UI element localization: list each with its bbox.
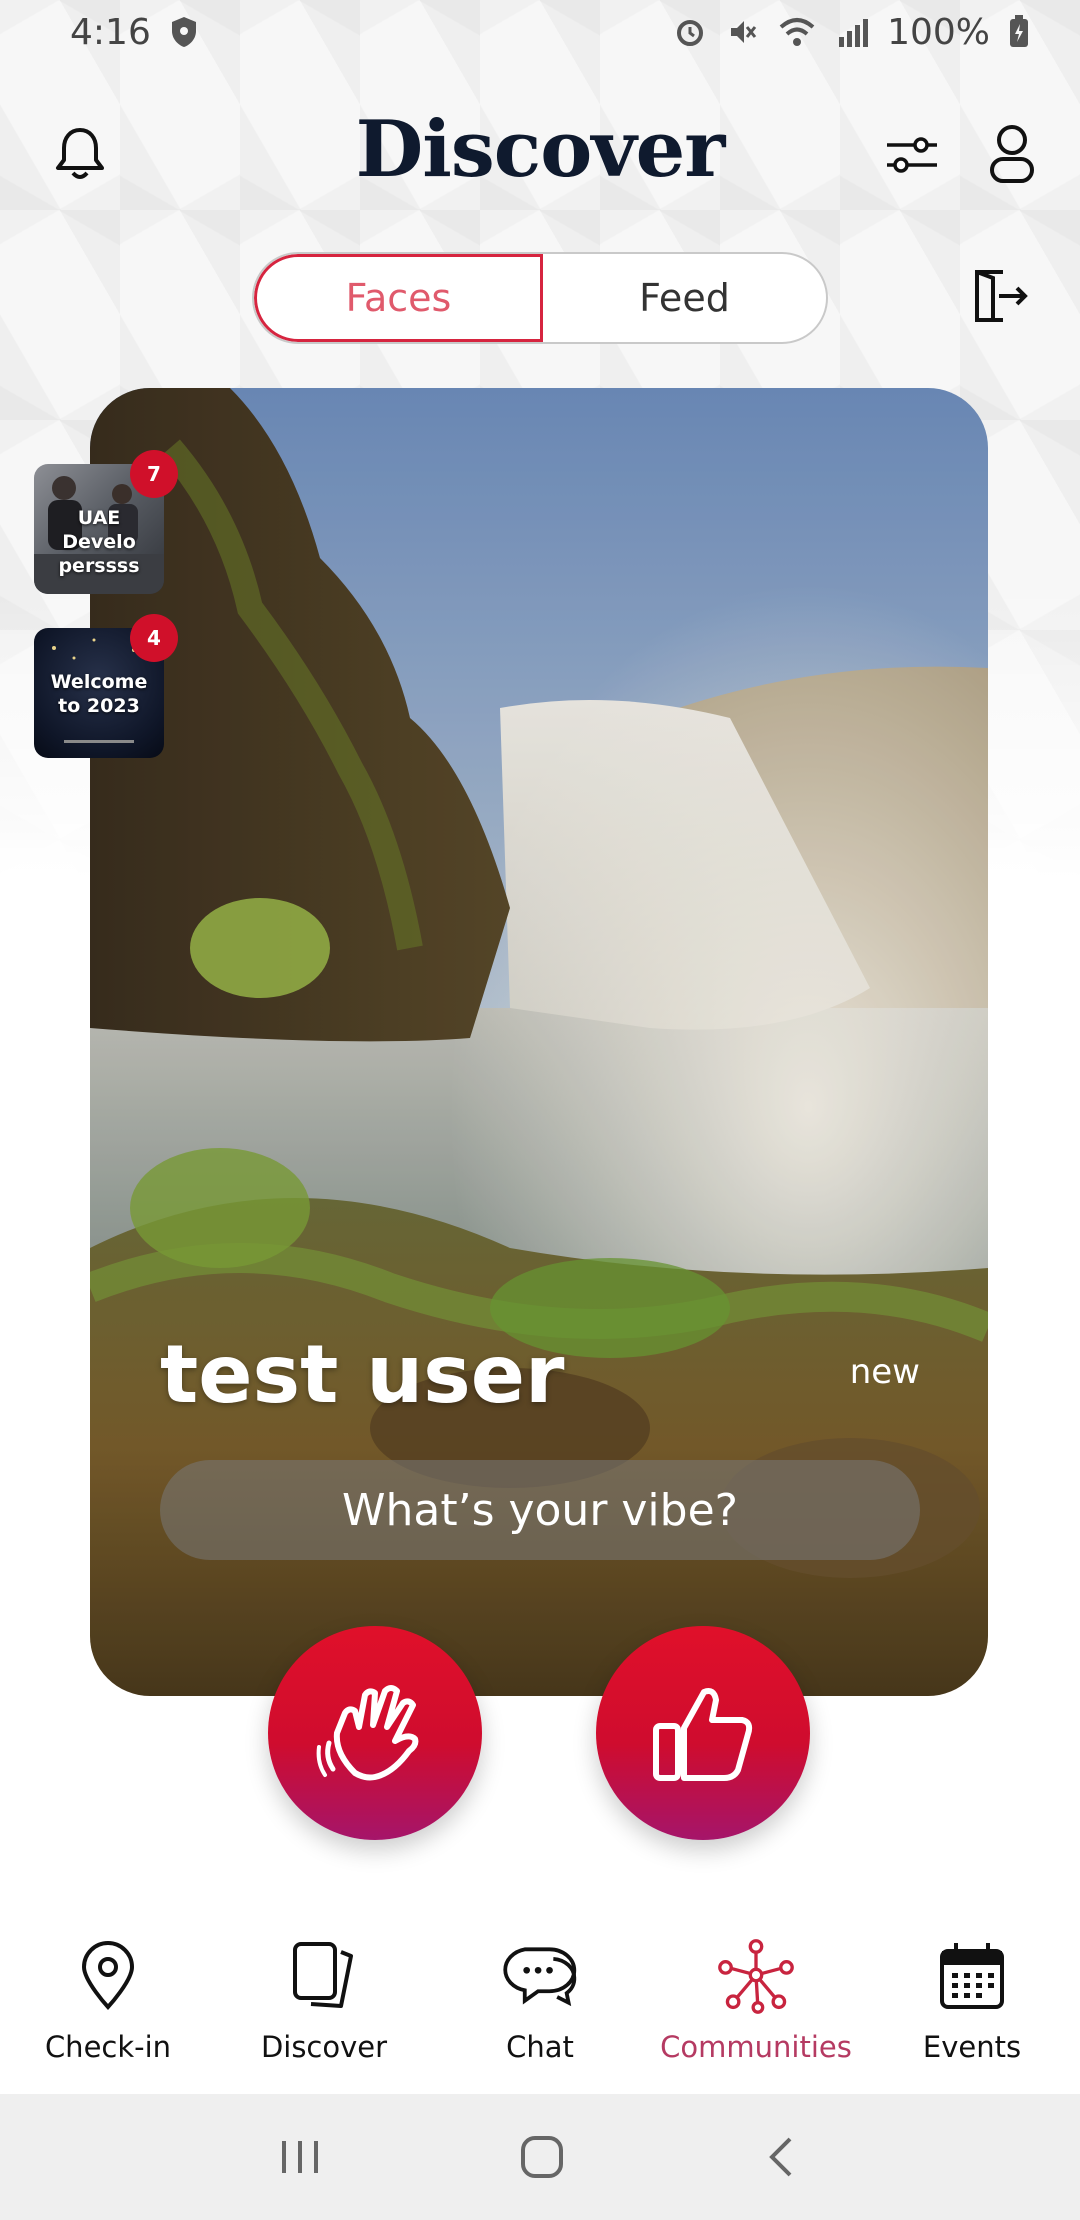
nav-item-discover[interactable]: Discover [216, 1912, 432, 2092]
exit-door-icon [975, 270, 1028, 322]
nav-item-communities[interactable]: Communities [648, 1912, 864, 2092]
wave-button[interactable] [268, 1626, 482, 1840]
profile-icon [990, 125, 1034, 183]
mute-icon [731, 21, 757, 43]
status-bar: 4:16 100% [0, 0, 1080, 64]
exit-button[interactable] [972, 266, 1030, 326]
vibe-input[interactable]: What’s your vibe? [160, 1460, 920, 1560]
battery-percent: 100% [887, 11, 990, 53]
nav-label: Check-in [44, 2030, 172, 2064]
user-name: test user [160, 1328, 565, 1421]
wave-hand-icon [316, 1685, 419, 1781]
profile-button[interactable] [986, 122, 1038, 186]
home-icon[interactable] [518, 2133, 566, 2181]
back-icon[interactable] [762, 2133, 802, 2181]
filter-sliders-icon [887, 137, 937, 173]
nav-label: Events [922, 2030, 1022, 2064]
chat-bubbles-icon [503, 1947, 577, 2007]
nav-label: Chat [506, 2030, 574, 2064]
community-thumb-uae-developers[interactable]: UAE Develo perssss 7 [34, 450, 178, 594]
calendar-icon [940, 1943, 1004, 2009]
profile-card[interactable]: test user new What’s your vibe? [90, 388, 988, 1696]
tab-faces[interactable]: Faces [254, 254, 543, 342]
system-nav-bar [0, 2094, 1080, 2220]
alarm-icon [677, 20, 704, 46]
wifi-icon [779, 18, 815, 46]
faces-feed-toggle: Faces Feed [252, 252, 828, 344]
signal-icon [839, 19, 869, 47]
bottom-nav: Check-in Discover Chat Communities Event… [0, 1912, 1080, 2092]
location-pin-icon [81, 1941, 135, 2010]
community-label: UAE Develo perssss [58, 507, 140, 577]
nav-item-check-in[interactable]: Check-in [0, 1912, 216, 2092]
status-time: 4:16 [70, 11, 151, 53]
recent-apps-icon[interactable] [278, 2135, 322, 2179]
nav-label: Communities [660, 2030, 852, 2064]
tab-feed[interactable]: Feed [543, 254, 826, 342]
filter-button[interactable] [884, 130, 940, 180]
nav-item-chat[interactable]: Chat [432, 1912, 648, 2092]
new-tag: new [849, 1352, 920, 1392]
nav-item-events[interactable]: Events [864, 1912, 1080, 2092]
nav-label: Discover [260, 2030, 388, 2064]
network-icon [718, 1939, 794, 2014]
cards-icon [293, 1942, 353, 2008]
community-thumb-welcome-2023[interactable]: Welcome to 2023 4 [34, 614, 178, 758]
header: Discover [0, 100, 1080, 210]
thumbs-up-icon [653, 1688, 753, 1781]
shield-icon [171, 17, 196, 47]
community-label: Welcome to 2023 [50, 671, 148, 717]
unread-badge: 4 [130, 614, 178, 662]
unread-badge: 7 [130, 450, 178, 498]
battery-charging-icon [1010, 15, 1028, 47]
like-button[interactable] [596, 1626, 810, 1840]
